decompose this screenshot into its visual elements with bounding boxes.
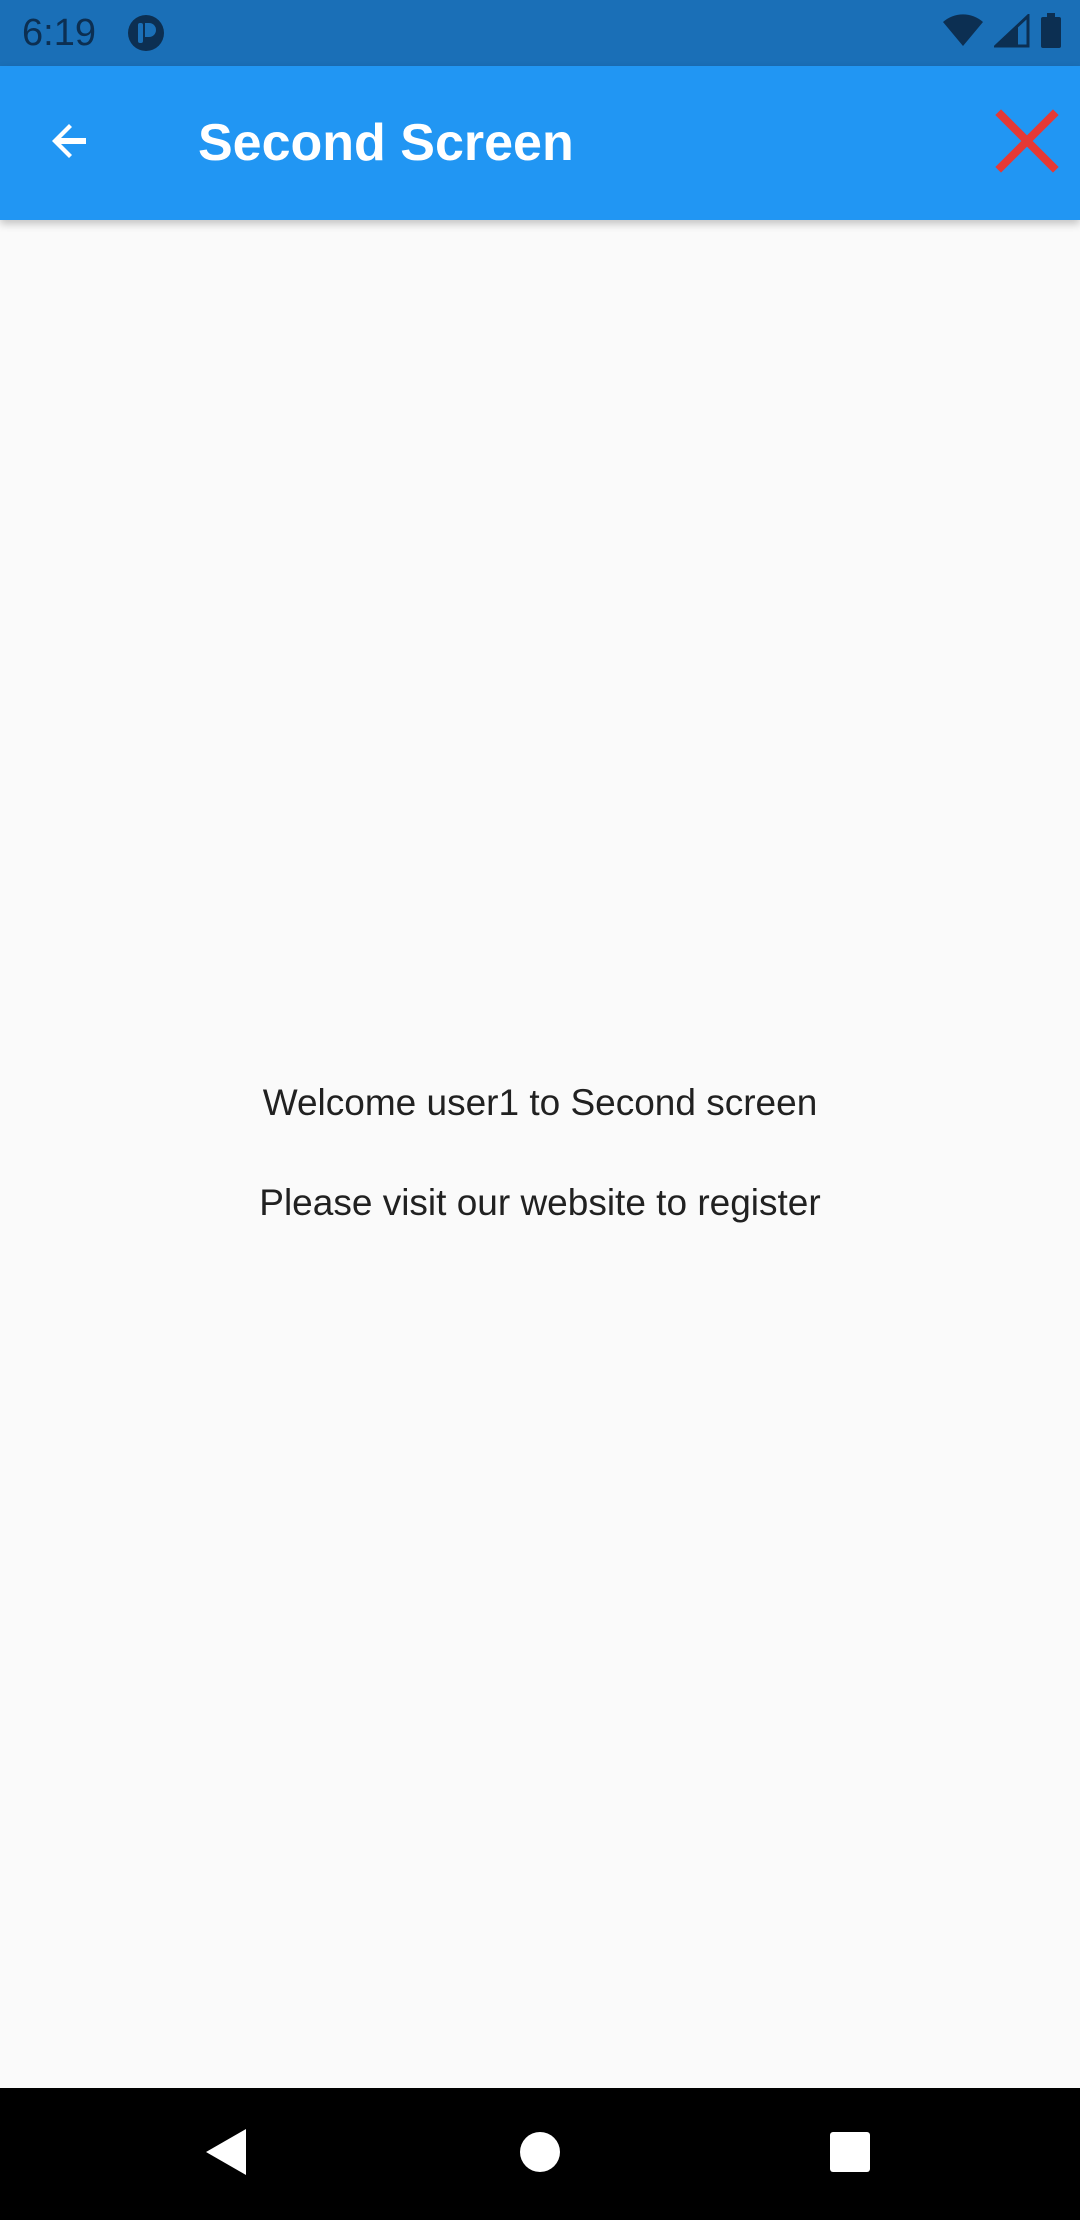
back-button[interactable] (38, 111, 102, 175)
app-notification-icon (126, 13, 166, 53)
nav-recents-icon (829, 2131, 871, 2178)
wifi-icon (942, 13, 984, 53)
battery-icon (1040, 12, 1062, 54)
main-content (0, 220, 1080, 2088)
cell-signal-icon (992, 12, 1030, 53)
screen: 6:19 Second Screen Welcome user1 to Seco… (0, 0, 1080, 2220)
status-time: 6:19 (22, 12, 96, 54)
close-button[interactable] (988, 104, 1066, 182)
nav-home-icon (519, 2131, 561, 2178)
system-nav-bar (0, 2088, 1080, 2220)
status-bar: 6:19 (0, 0, 1080, 66)
arrow-back-icon (46, 117, 94, 170)
nav-recents-button[interactable] (810, 2114, 890, 2194)
nav-home-button[interactable] (500, 2114, 580, 2194)
status-icons (942, 12, 1062, 54)
nav-back-button[interactable] (186, 2114, 266, 2194)
welcome-message: Welcome user1 to Second screen (262, 1082, 818, 1123)
page-title: Second Screen (198, 114, 574, 172)
register-message: Please visit our website to register (259, 1182, 821, 1223)
close-icon (995, 108, 1059, 178)
app-bar: Second Screen (0, 66, 1080, 220)
nav-back-icon (204, 2127, 248, 2182)
